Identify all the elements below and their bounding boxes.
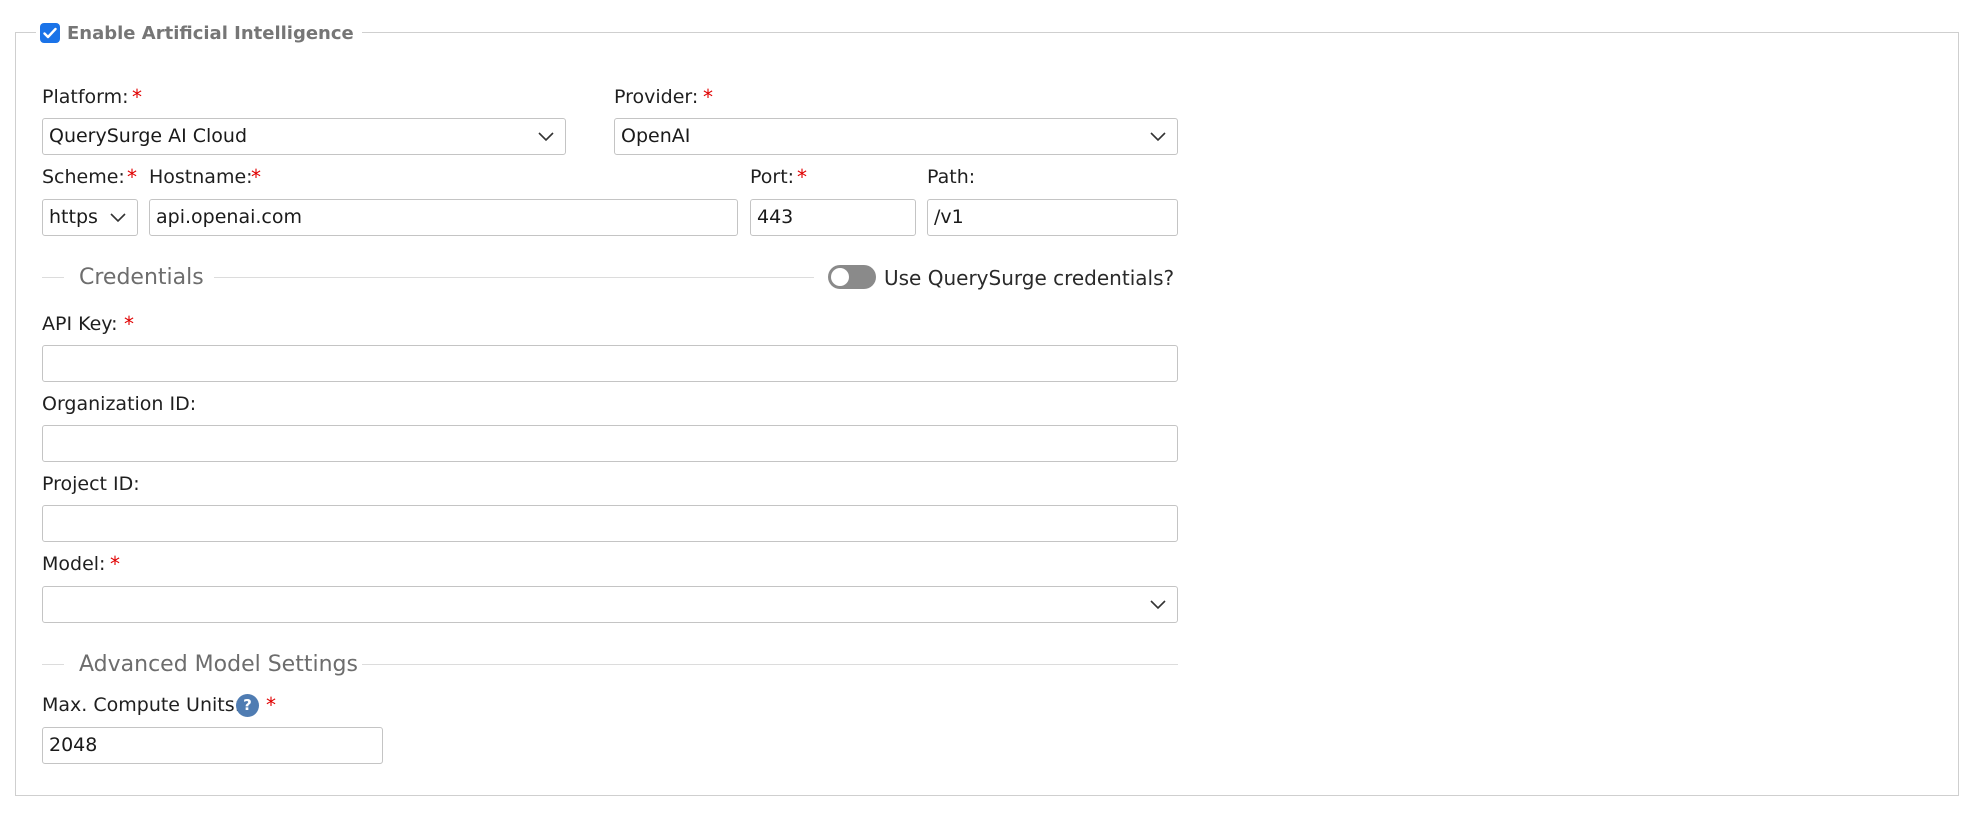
path-input[interactable]: /v1: [927, 199, 1178, 236]
api-key-label: API Key:: [42, 313, 118, 335]
credentials-title: Credentials: [79, 265, 204, 290]
checkmark-icon: [43, 27, 57, 39]
port-label: Port:: [750, 166, 795, 188]
max-compute-units-input[interactable]: 2048: [42, 727, 383, 764]
max-compute-units-required-marker: *: [266, 693, 276, 717]
scheme-required-marker: *: [127, 165, 137, 189]
provider-select[interactable]: OpenAI: [614, 118, 1178, 155]
path-label: Path:: [927, 166, 976, 188]
port-required-marker: *: [797, 165, 807, 189]
project-id-label: Project ID:: [42, 473, 140, 495]
help-icon[interactable]: ?: [236, 694, 259, 717]
platform-select[interactable]: QuerySurge AI Cloud: [42, 118, 566, 155]
enable-ai-label[interactable]: Enable Artificial Intelligence: [67, 23, 354, 44]
organization-id-input[interactable]: [42, 425, 1178, 462]
section-divider: [42, 664, 64, 665]
advanced-title: Advanced Model Settings: [79, 652, 358, 677]
model-select[interactable]: [42, 586, 1178, 623]
api-key-input[interactable]: [42, 345, 1178, 382]
scheme-label: Scheme:: [42, 166, 125, 188]
toggle-knob: [831, 268, 849, 286]
hostname-label: Hostname:: [149, 166, 253, 188]
use-querysurge-credentials-toggle[interactable]: [828, 265, 876, 289]
model-label: Model:: [42, 553, 106, 575]
enable-ai-legend: Enable Artificial Intelligence: [36, 20, 362, 46]
chevron-down-icon: [1150, 132, 1166, 142]
provider-label: Provider:: [614, 86, 699, 108]
organization-id-label: Organization ID:: [42, 393, 197, 415]
advanced-section-header: Advanced Model Settings: [42, 650, 1178, 680]
platform-required-marker: *: [132, 85, 142, 109]
max-compute-units-label: Max. Compute Units:: [42, 694, 242, 716]
hostname-input[interactable]: api.openai.com: [149, 199, 738, 236]
port-input[interactable]: 443: [750, 199, 916, 236]
section-divider: [42, 277, 64, 278]
platform-select-value: QuerySurge AI Cloud: [49, 125, 248, 147]
platform-label: Platform:: [42, 86, 129, 108]
chevron-down-icon: [538, 132, 554, 142]
enable-ai-checkbox[interactable]: [40, 23, 60, 43]
scheme-select-value: https: [49, 206, 98, 228]
use-querysurge-credentials-label: Use QuerySurge credentials?: [884, 266, 1175, 290]
provider-select-value: OpenAI: [621, 125, 691, 147]
provider-required-marker: *: [703, 85, 713, 109]
section-divider: [362, 664, 1178, 665]
section-divider: [214, 277, 814, 278]
model-required-marker: *: [110, 552, 120, 576]
hostname-required-marker: *: [251, 165, 261, 189]
chevron-down-icon: [110, 213, 126, 223]
project-id-input[interactable]: [42, 505, 1178, 542]
scheme-select[interactable]: https: [42, 199, 138, 236]
api-key-required-marker: *: [124, 312, 134, 336]
chevron-down-icon: [1150, 600, 1166, 610]
